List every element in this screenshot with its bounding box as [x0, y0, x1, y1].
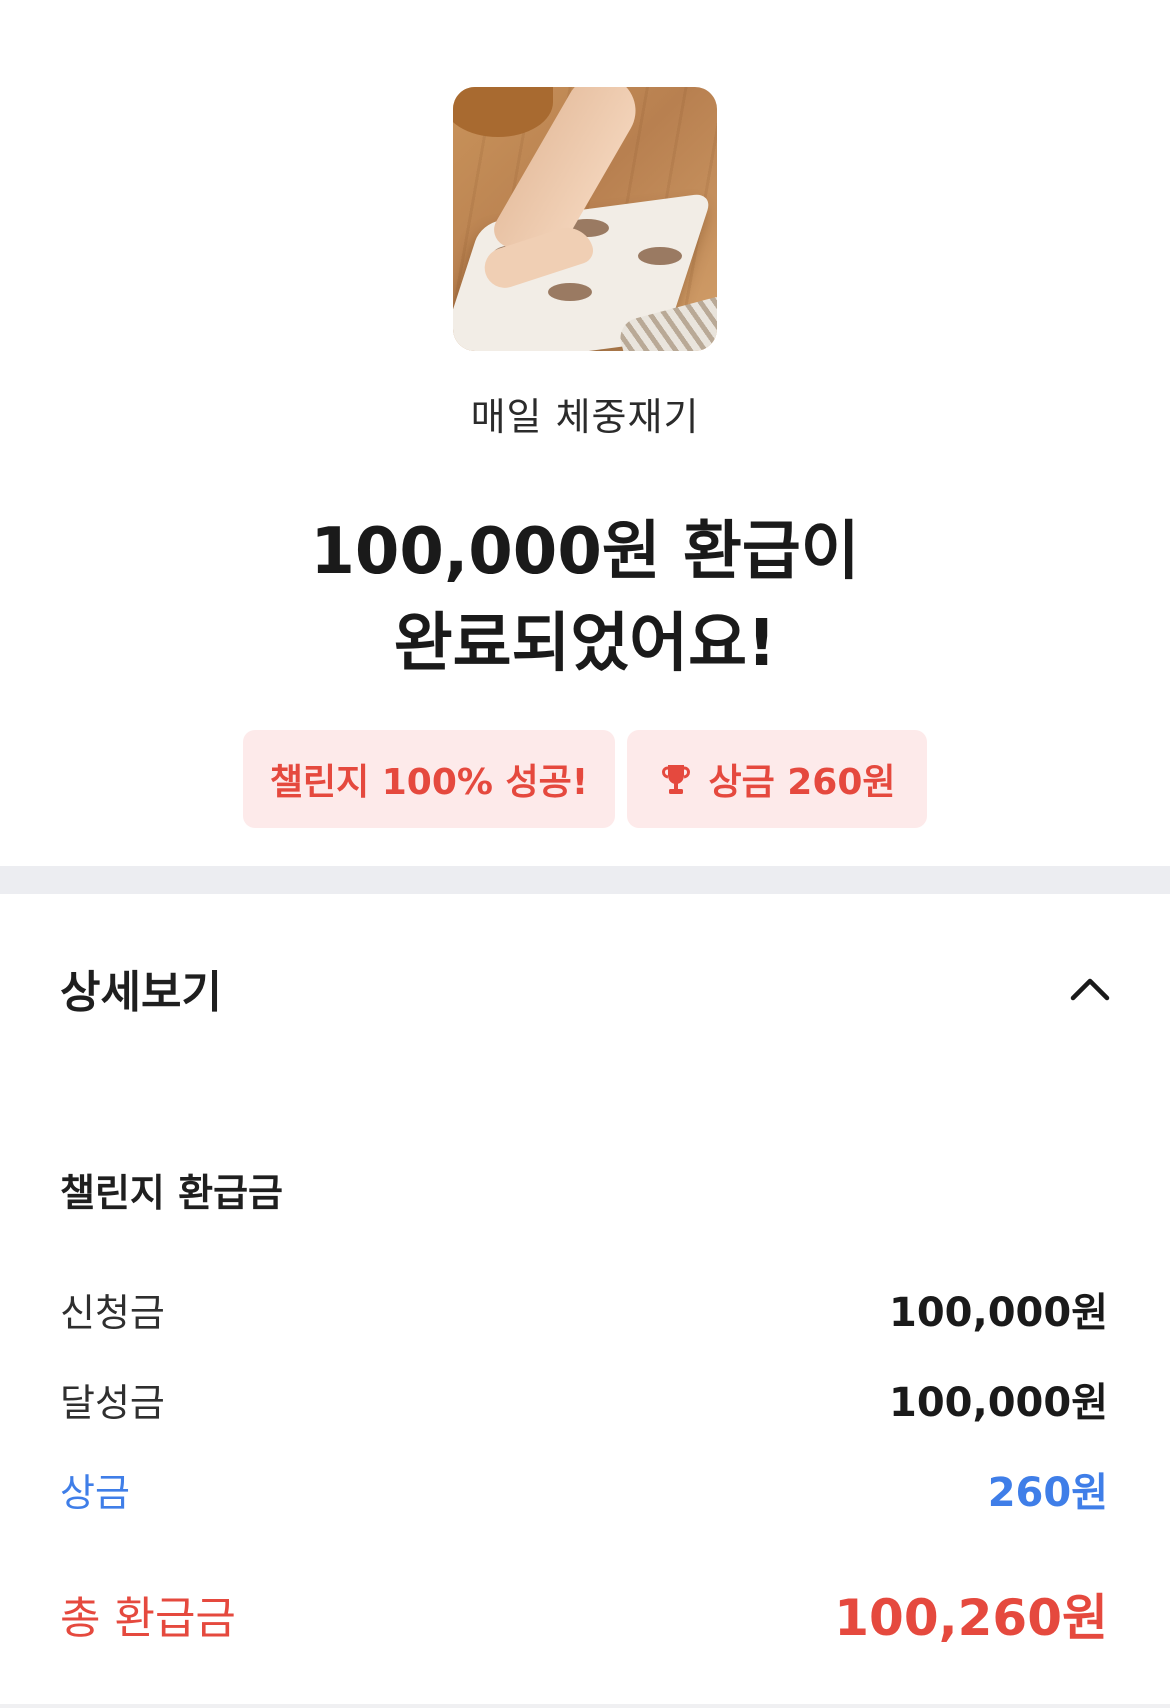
- prize-badge: 상금 260원: [627, 730, 927, 828]
- trophy-icon: [662, 765, 691, 794]
- row-label: 달성금: [60, 1380, 165, 1425]
- success-badge: 챌린지 100% 성공!: [243, 730, 615, 828]
- badge-row: 챌린지 100% 성공! 상금 260원: [0, 730, 1170, 828]
- row-label: 상금: [60, 1470, 130, 1515]
- row-achievement-amount: 달성금 100,000원: [60, 1370, 1108, 1428]
- row-value: 100,000원: [889, 1290, 1108, 1336]
- row-value: 260원: [987, 1470, 1108, 1516]
- row-application-fee: 신청금 100,000원: [60, 1280, 1108, 1338]
- detail-toggle-label[interactable]: 상세보기: [60, 956, 222, 1020]
- row-prize: 상금 260원: [60, 1460, 1108, 1518]
- refund-headline: 100,000원 환급이 완료되었어요!: [0, 506, 1170, 690]
- row-total-refund: 총 환급금 100,260원: [60, 1578, 1108, 1650]
- chevron-up-icon[interactable]: [1067, 966, 1113, 1012]
- total-value: 100,260원: [834, 1589, 1108, 1647]
- headline-line-1: 100,000원 환급이: [310, 515, 860, 589]
- prize-badge-label: 상금 260원: [708, 762, 896, 803]
- bottom-divider: [0, 1704, 1170, 1708]
- row-value: 100,000원: [889, 1380, 1108, 1426]
- row-label: 신청금: [60, 1290, 165, 1335]
- refund-section-title: 챌린지 환급금: [60, 1171, 283, 1215]
- section-divider: [0, 866, 1170, 894]
- challenge-name: 매일 체중재기: [470, 395, 700, 439]
- result-summary: 매일 체중재기 100,000원 환급이 완료되었어요! 챌린지 100% 성공…: [0, 0, 1170, 866]
- total-label: 총 환급금: [60, 1593, 236, 1644]
- headline-line-2: 완료되었어요!: [393, 607, 777, 681]
- challenge-thumbnail: [453, 87, 717, 351]
- success-badge-label: 챌린지 100% 성공!: [269, 762, 589, 803]
